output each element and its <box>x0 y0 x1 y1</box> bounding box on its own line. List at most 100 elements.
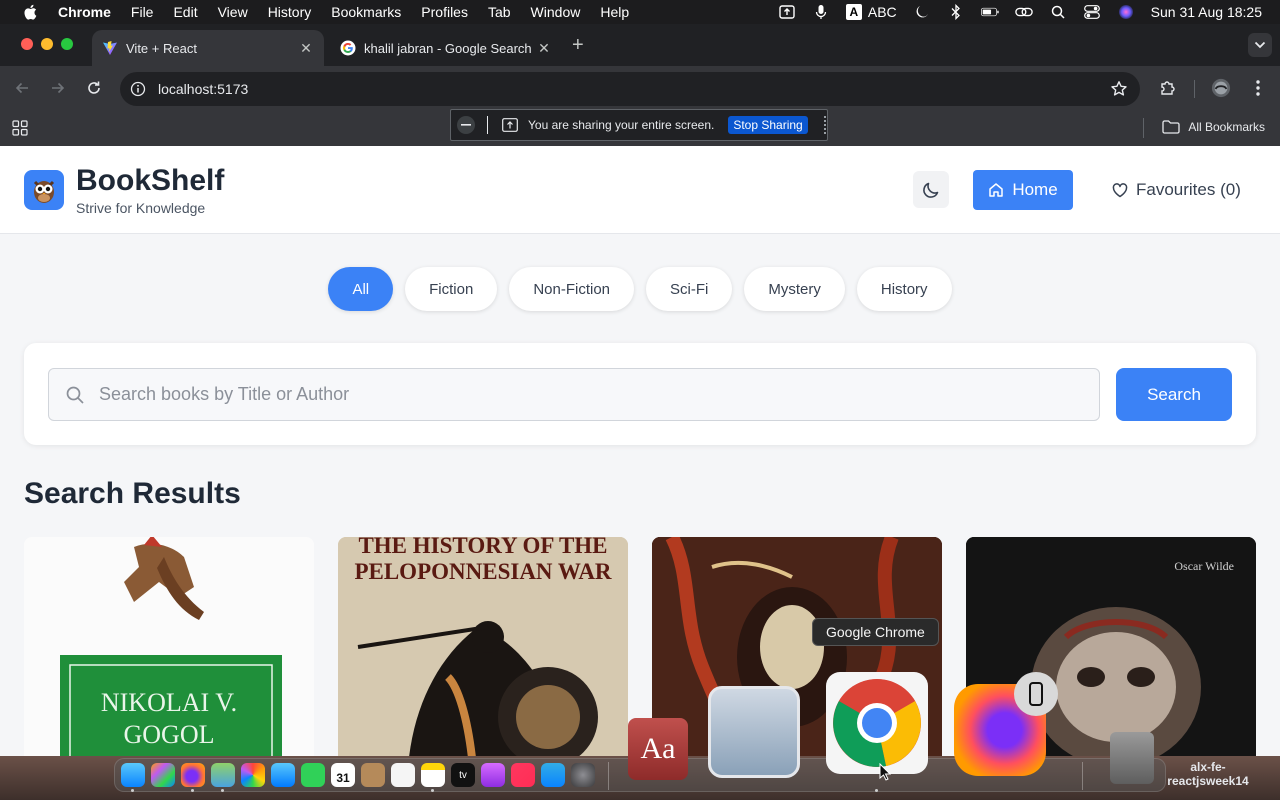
system-settings-app-icon[interactable] <box>571 763 595 787</box>
minimize-sharing-bar-button[interactable] <box>457 116 475 134</box>
chrome-menu-button[interactable] <box>1248 78 1268 98</box>
tab-search-button[interactable] <box>1248 33 1272 57</box>
mail-app-icon[interactable] <box>271 763 295 787</box>
screen-sharing-bar: You are sharing your entire screen. Stop… <box>450 109 828 141</box>
photos-app-icon[interactable] <box>241 763 265 787</box>
running-indicator <box>431 789 434 792</box>
focus-moon-icon[interactable] <box>913 4 931 20</box>
url-text: localhost:5173 <box>158 81 249 97</box>
category-chip-mystery[interactable]: Mystery <box>744 267 845 311</box>
app-store-app-icon[interactable] <box>541 763 565 787</box>
brand: BookShelf Strive for Knowledge <box>76 164 224 216</box>
search-input[interactable]: Search books by Title or Author <box>48 368 1100 421</box>
category-chip-sci-fi[interactable]: Sci-Fi <box>646 267 733 311</box>
calendar-app-icon[interactable]: 31 <box>331 763 355 787</box>
maps-app-icon[interactable] <box>211 763 235 787</box>
iphone-mirroring-badge[interactable] <box>1014 672 1058 716</box>
dictionary-app-icon[interactable]: Aa <box>628 718 688 780</box>
moon-icon <box>923 182 939 198</box>
close-tab-icon[interactable]: ✕ <box>536 40 552 56</box>
apple-logo-icon[interactable] <box>22 3 40 21</box>
podcasts-app-icon[interactable] <box>481 763 505 787</box>
search-placeholder: Search books by Title or Author <box>99 384 350 404</box>
firefox-app-icon[interactable] <box>181 763 205 787</box>
bookshelf-page: BookShelf Strive for Knowledge Home Favo… <box>0 146 1280 756</box>
chrome-app-icon[interactable] <box>826 672 928 774</box>
menu-bar-clock[interactable]: Sun 31 Aug 18:25 <box>1151 4 1262 20</box>
menu-tab[interactable]: Tab <box>488 4 511 20</box>
home-icon <box>989 183 1004 197</box>
menu-view[interactable]: View <box>218 4 248 20</box>
search-button[interactable]: Search <box>1116 368 1232 421</box>
screen-share-status-icon[interactable] <box>778 4 796 20</box>
menu-help[interactable]: Help <box>600 4 629 20</box>
category-chip-non-fiction[interactable]: Non-Fiction <box>509 267 635 311</box>
close-tab-icon[interactable]: ✕ <box>298 40 314 56</box>
link-continuity-icon[interactable] <box>1014 4 1033 20</box>
control-center-icon[interactable] <box>1083 4 1101 20</box>
reminders-app-icon[interactable] <box>391 763 415 787</box>
microphone-icon[interactable] <box>812 4 830 20</box>
stop-sharing-button[interactable]: Stop Sharing <box>728 116 808 134</box>
menu-edit[interactable]: Edit <box>173 4 197 20</box>
category-chip-fiction[interactable]: Fiction <box>405 267 498 311</box>
menu-history[interactable]: History <box>268 4 312 20</box>
book-cover-text: Oscar Wilde <box>1174 559 1234 573</box>
close-window-button[interactable] <box>21 38 33 50</box>
bluetooth-icon[interactable] <box>947 4 965 20</box>
menu-app-name[interactable]: Chrome <box>58 4 111 20</box>
battery-icon[interactable] <box>980 4 999 20</box>
extensions-button[interactable] <box>1158 78 1178 98</box>
menu-file[interactable]: File <box>131 4 154 20</box>
site-info-icon[interactable] <box>130 81 146 97</box>
sharing-message: You are sharing your entire screen. <box>528 118 715 132</box>
launchpad-app-icon[interactable] <box>151 763 175 787</box>
all-bookmarks-button[interactable]: All Bookmarks <box>1162 120 1265 134</box>
arrow-right-icon <box>52 82 65 94</box>
dock-folder-label[interactable]: alx-fe-reactjsweek14 <box>1162 760 1254 788</box>
book-card[interactable]: NIKOLAI V. GOGOL <box>24 537 314 756</box>
tab-vite-react[interactable]: Vite + React ✕ <box>92 30 324 66</box>
browser-toolbar: localhost:5173 <box>0 66 1280 110</box>
category-chip-all[interactable]: All <box>328 267 394 311</box>
theme-toggle-button[interactable] <box>913 171 949 208</box>
search-icon <box>66 386 84 404</box>
minimize-window-button[interactable] <box>41 38 53 50</box>
forward-button[interactable] <box>48 78 68 98</box>
phone-icon <box>1029 682 1043 706</box>
reload-button[interactable] <box>84 78 104 98</box>
notes-app-icon[interactable] <box>421 763 445 787</box>
favourites-label: Favourites (0) <box>1136 180 1241 199</box>
zoom-window-button[interactable] <box>61 38 73 50</box>
contacts-app-icon[interactable] <box>361 763 385 787</box>
book-card[interactable]: THE HISTORY OF THE PELOPONNESIAN WAR <box>338 537 628 756</box>
brand-name[interactable]: BookShelf <box>76 164 224 198</box>
siri-icon[interactable] <box>1117 4 1135 20</box>
facetime-app-icon[interactable] <box>301 763 325 787</box>
bookmark-star-icon[interactable] <box>1110 80 1128 98</box>
trash-app-icon[interactable] <box>1110 732 1154 784</box>
drag-handle[interactable] <box>823 116 826 134</box>
menu-profiles[interactable]: Profiles <box>421 4 468 20</box>
category-chip-history[interactable]: History <box>856 267 952 311</box>
back-button[interactable] <box>12 78 32 98</box>
new-tab-button[interactable]: + <box>572 35 584 55</box>
apple-tv-app-icon[interactable]: tv <box>451 763 475 787</box>
menu-bookmarks[interactable]: Bookmarks <box>331 4 401 20</box>
menu-window[interactable]: Window <box>531 4 581 20</box>
finder-app-icon[interactable] <box>121 763 145 787</box>
owl-logo-icon[interactable] <box>24 170 64 210</box>
app-header: BookShelf Strive for Knowledge Home Favo… <box>0 146 1280 234</box>
favourites-nav-button[interactable]: Favourites (0) <box>1112 170 1241 210</box>
preview-app-icon[interactable] <box>708 686 800 778</box>
input-source-menu[interactable]: A ABC <box>845 4 897 20</box>
profile-avatar-button[interactable] <box>1211 78 1231 98</box>
puzzle-icon <box>1161 81 1175 95</box>
spotlight-search-icon[interactable] <box>1049 4 1067 20</box>
dock-separator <box>1082 762 1083 790</box>
news-app-icon[interactable] <box>511 763 535 787</box>
home-nav-button[interactable]: Home <box>973 170 1073 210</box>
address-bar[interactable]: localhost:5173 <box>120 72 1140 106</box>
tab-google-search[interactable]: khalil jabran - Google Search ✕ <box>330 30 562 66</box>
apps-grid-icon[interactable] <box>12 120 28 136</box>
